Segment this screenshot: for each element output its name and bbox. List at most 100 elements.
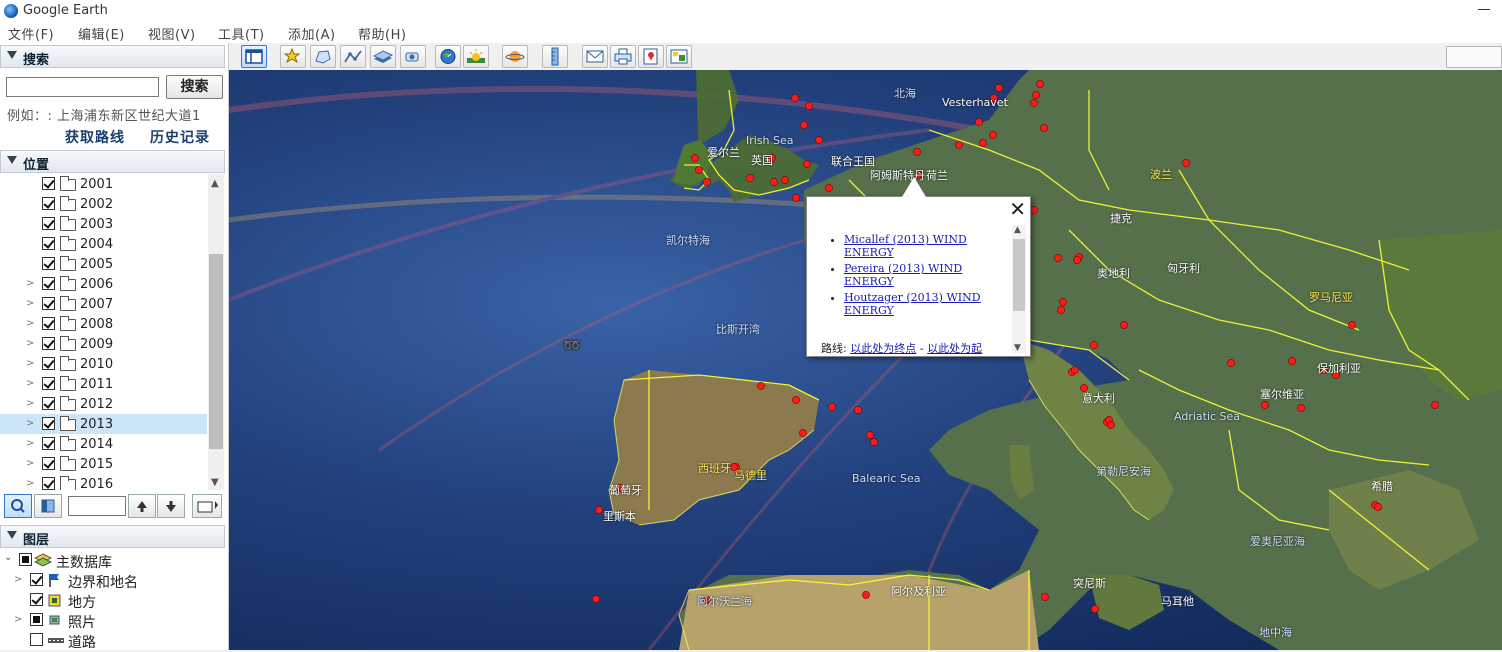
expand-chevron-icon[interactable]: > <box>26 278 34 289</box>
places-item[interactable]: >2012 <box>0 394 207 414</box>
places-item[interactable]: 2004 <box>0 234 207 254</box>
place-checkbox[interactable] <box>42 217 55 230</box>
map-pin-icon[interactable] <box>770 178 778 186</box>
scroll-thumb[interactable] <box>209 254 223 449</box>
record-tour-button[interactable] <box>400 45 426 68</box>
places-item[interactable]: >2016 <box>0 474 207 490</box>
places-filter-input[interactable] <box>68 496 126 516</box>
map-pin-icon[interactable] <box>1041 593 1049 601</box>
balloon-entry-link[interactable]: Pereira (2013) WIND ENERGY <box>844 262 962 288</box>
place-checkbox[interactable] <box>42 357 55 370</box>
map-pin-icon[interactable] <box>1431 401 1439 409</box>
add-polygon-button[interactable] <box>310 45 336 68</box>
menu-help[interactable]: 帮助(H) <box>358 24 406 43</box>
expand-chevron-icon[interactable]: > <box>26 378 34 389</box>
map-pin-icon[interactable] <box>1374 503 1382 511</box>
move-down-button[interactable] <box>157 494 185 518</box>
switch-planet-button[interactable] <box>502 45 528 68</box>
places-item[interactable]: >2007 <box>0 294 207 314</box>
expand-chevron-icon[interactable]: > <box>26 418 34 429</box>
collapse-triangle-icon[interactable] <box>7 51 17 59</box>
balloon-scrollbar[interactable]: ▲ ▼ <box>1012 225 1026 353</box>
map-pin-icon[interactable] <box>815 136 823 144</box>
map-pin-icon[interactable] <box>870 438 878 446</box>
map-pin-icon[interactable] <box>1040 124 1048 132</box>
directions-from-here-link[interactable]: 以此处为起 <box>927 342 982 355</box>
move-up-button[interactable] <box>128 494 156 518</box>
folder-menu-button[interactable] <box>192 494 222 518</box>
search-input[interactable] <box>6 77 159 97</box>
places-item[interactable]: >2015 <box>0 454 207 474</box>
menu-file[interactable]: 文件(F) <box>8 24 54 43</box>
menu-tools[interactable]: 工具(T) <box>218 24 265 43</box>
scroll-up-icon[interactable]: ▲ <box>1014 225 1021 235</box>
places-item[interactable]: >2014 <box>0 434 207 454</box>
menu-edit[interactable]: 编辑(E) <box>78 24 125 43</box>
search-places-button[interactable] <box>4 494 32 518</box>
place-checkbox[interactable] <box>42 277 55 290</box>
map-pin-icon[interactable] <box>825 184 833 192</box>
map-pin-icon[interactable] <box>803 160 811 168</box>
map-pin-icon[interactable] <box>1107 421 1115 429</box>
map-pin-icon[interactable] <box>979 139 987 147</box>
map-pin-icon[interactable] <box>1297 404 1305 412</box>
collapse-triangle-icon[interactable] <box>7 156 17 164</box>
get-directions-link[interactable]: 获取路线 <box>65 127 125 147</box>
map-pin-icon[interactable] <box>1120 321 1128 329</box>
place-checkbox[interactable] <box>42 477 55 490</box>
expand-chevron-icon[interactable]: > <box>26 458 34 469</box>
places-item[interactable]: >2010 <box>0 354 207 374</box>
map-pin-icon[interactable] <box>792 396 800 404</box>
expand-chevron-icon[interactable]: > <box>26 358 34 369</box>
expand-chevron-icon[interactable]: > <box>14 614 22 625</box>
expand-chevron-icon[interactable]: > <box>26 318 34 329</box>
map-pin-icon[interactable] <box>995 84 1003 92</box>
map-pin-icon[interactable] <box>1032 91 1040 99</box>
map-pin-icon[interactable] <box>1091 605 1099 613</box>
map-pin-icon[interactable] <box>703 178 711 186</box>
expand-chevron-icon[interactable]: > <box>26 298 34 309</box>
map-pin-icon[interactable] <box>781 176 789 184</box>
ruler-button[interactable] <box>542 45 568 68</box>
map-pin-icon[interactable] <box>691 154 699 162</box>
map-pin-icon[interactable] <box>791 94 799 102</box>
search-button[interactable]: 搜索 <box>166 75 223 99</box>
map-pin-icon[interactable] <box>1059 298 1067 306</box>
layer-item-photos[interactable]: > 照片 <box>0 610 225 631</box>
place-checkbox[interactable] <box>42 317 55 330</box>
layers-panel-header[interactable]: 图层 <box>0 525 225 548</box>
places-item-selected[interactable]: >2013 <box>0 414 207 434</box>
collapse-triangle-icon[interactable] <box>7 531 17 539</box>
map-pin-icon[interactable] <box>595 506 603 514</box>
map-pin-icon[interactable] <box>1057 306 1065 314</box>
view-in-maps-button[interactable] <box>638 45 664 68</box>
place-checkbox[interactable] <box>42 237 55 250</box>
places-item[interactable]: 2002 <box>0 194 207 214</box>
menu-view[interactable]: 视图(V) <box>148 24 196 43</box>
map-pin-icon[interactable] <box>1036 80 1044 88</box>
map-pin-icon[interactable] <box>695 166 703 174</box>
history-link[interactable]: 历史记录 <box>150 127 210 147</box>
places-item[interactable]: 2001 <box>0 174 207 194</box>
map-pin-icon[interactable] <box>1073 256 1081 264</box>
minimize-button[interactable] <box>1478 9 1490 10</box>
toggle-sidebar-button[interactable] <box>241 45 267 68</box>
layer-checkbox[interactable] <box>30 573 43 586</box>
map-pin-icon[interactable] <box>799 429 807 437</box>
layer-item-roads[interactable]: 道路 <box>0 630 225 651</box>
expand-chevron-icon[interactable]: > <box>14 574 22 585</box>
map-pin-icon[interactable] <box>866 431 874 439</box>
map-pin-icon[interactable] <box>1030 99 1038 107</box>
layer-item-primary-database[interactable]: ⌄ 主数据库 <box>0 550 225 571</box>
collapse-chevron-icon[interactable]: ⌄ <box>4 552 12 563</box>
map-pin-icon[interactable] <box>1030 206 1038 214</box>
layer-item-places[interactable]: 地方 <box>0 590 225 611</box>
places-panel-header[interactable]: 位置 <box>0 150 225 173</box>
map-pin-icon[interactable] <box>955 141 963 149</box>
historical-imagery-button[interactable] <box>435 45 461 68</box>
places-item[interactable]: 2005 <box>0 254 207 274</box>
earth-map-view[interactable]: 北海 Vesterhavet Irish Sea 爱尔兰 英国 联合王国 阿姆斯… <box>229 70 1502 650</box>
map-pin-icon[interactable] <box>989 131 997 139</box>
toggle-view-button[interactable] <box>34 494 62 518</box>
places-item[interactable]: >2009 <box>0 334 207 354</box>
